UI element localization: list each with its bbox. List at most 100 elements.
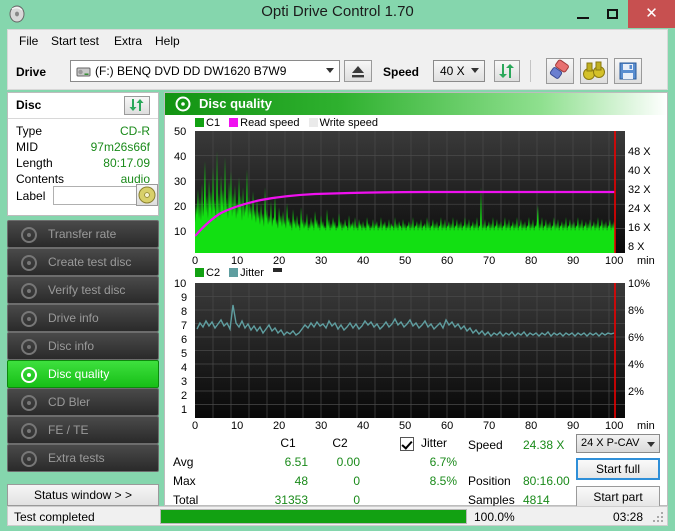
- resize-grip-icon[interactable]: [653, 512, 663, 522]
- erase-button[interactable]: [546, 58, 574, 84]
- disc-icon: [20, 366, 38, 384]
- stats-col-jitter-header: Jitter: [421, 436, 447, 450]
- chart1-ytick-20: 20: [174, 201, 186, 213]
- eraser-icon: [547, 59, 573, 83]
- chart2-xtick-90: 90: [567, 420, 579, 432]
- drive-select[interactable]: (F:) BENQ DVD DD DW1620 B7W9: [70, 60, 340, 82]
- chart1-xtick-10: 10: [231, 255, 243, 267]
- chart2-ytick-5: 5: [181, 348, 187, 360]
- legend-swatch-c1: [195, 118, 204, 127]
- status-window-button[interactable]: Status window > >: [7, 484, 159, 506]
- disc-panel-title: Disc: [16, 98, 41, 112]
- chart1-xtick-40: 40: [357, 255, 369, 267]
- maximize-button[interactable]: [598, 0, 628, 28]
- chart1-ytick-10: 10: [174, 226, 186, 238]
- stats-max-c2: 0: [320, 474, 360, 488]
- sidebar-item-label: Create test disc: [48, 255, 131, 269]
- chart2-plot[interactable]: [195, 283, 625, 418]
- save-button[interactable]: [614, 58, 642, 84]
- start-full-label: Start full: [596, 462, 640, 476]
- toolbar-divider: [530, 60, 531, 82]
- start-full-button[interactable]: Start full: [576, 458, 660, 480]
- sidebar-item-disc-info[interactable]: Disc info: [7, 332, 159, 360]
- stats-col-c2-header: C2: [320, 436, 360, 450]
- disc-icon: [20, 394, 38, 412]
- chart1-xtick-80: 80: [525, 255, 537, 267]
- chart1-plot[interactable]: [195, 131, 625, 253]
- eject-button[interactable]: [344, 60, 372, 82]
- progress-percent: 100.0%: [474, 510, 515, 524]
- disc-info-panel: Disc Type CD-R MID 97m26s66f Length 80:1…: [7, 92, 159, 216]
- legend-swatch-read-speed: [229, 118, 238, 127]
- disc-refresh-button[interactable]: [124, 96, 150, 115]
- close-button[interactable]: ✕: [628, 0, 675, 28]
- disc-quality-panel: Disc quality C1 Read speed Write speed 5…: [164, 92, 668, 506]
- chart2-ytick-7: 7: [181, 320, 187, 332]
- chart2-ytick-2: 2: [181, 390, 187, 402]
- disc-panel-header: Disc: [8, 93, 158, 119]
- status-bar: Test completed 100.0% 03:28: [7, 506, 668, 526]
- drive-label: Drive: [16, 65, 46, 79]
- disc-length-label: Length: [16, 156, 53, 170]
- legend-swatch-jitter: [229, 268, 238, 277]
- toolbar: Drive (F:) BENQ DVD DD DW1620 B7W9 Speed…: [7, 52, 668, 90]
- menu-item-help[interactable]: Help: [150, 33, 185, 49]
- disc-type-label: Type: [16, 124, 42, 138]
- menu-item-extra[interactable]: Extra: [109, 33, 147, 49]
- elapsed-time: 03:28: [613, 510, 643, 524]
- stats-col-c1-header: C1: [268, 436, 308, 450]
- test-speed-select[interactable]: 24 X P-CAV: [576, 434, 660, 453]
- menu-item-starttest[interactable]: Start test: [46, 33, 104, 49]
- chart2-legend: C2 Jitter: [195, 267, 282, 279]
- disc-mid-label: MID: [16, 140, 38, 154]
- scan-button[interactable]: [580, 58, 608, 84]
- progress-bar: [160, 509, 467, 524]
- disc-icon: [20, 310, 38, 328]
- stats-samples-label: Samples: [468, 493, 515, 507]
- stats-avg-c2: 0.00: [320, 455, 360, 469]
- stats-row-max-label: Max: [173, 474, 196, 488]
- sidebar-item-verify-test-disc[interactable]: Verify test disc: [7, 276, 159, 304]
- sidebar-item-label: CD Bler: [48, 395, 90, 409]
- disc-icon: [20, 450, 38, 468]
- chart1-legend: C1 Read speed Write speed: [195, 117, 378, 129]
- disc-quality-icon: [175, 96, 191, 112]
- chart2-xaxis-unit: min: [637, 420, 655, 432]
- eject-icon: [345, 61, 371, 81]
- sidebar-item-transfer-rate[interactable]: Transfer rate: [7, 220, 159, 248]
- sidebar-item-cd-bler[interactable]: CD Bler: [7, 388, 159, 416]
- speed-select[interactable]: 40 X: [433, 60, 485, 82]
- status-text: Test completed: [14, 510, 95, 524]
- chart1-xtick-20: 20: [273, 255, 285, 267]
- minimize-button[interactable]: [568, 0, 598, 28]
- sidebar-item-label: Transfer rate: [48, 227, 116, 241]
- disc-label-input[interactable]: [53, 186, 143, 205]
- legend-swatch-write-speed: [309, 118, 318, 127]
- binoculars-icon: [581, 59, 607, 83]
- progress-bar-fill: [161, 510, 466, 523]
- close-icon: ✕: [628, 4, 675, 22]
- sidebar-item-extra-tests[interactable]: Extra tests: [7, 444, 159, 472]
- chart2-ytick-1: 1: [181, 404, 187, 416]
- chart2-xtick-50: 50: [399, 420, 411, 432]
- chart2-xtick-20: 20: [273, 420, 285, 432]
- chart1-rtick-8x: 8 X: [628, 241, 645, 253]
- sidebar-item-disc-quality[interactable]: Disc quality: [7, 360, 159, 388]
- chart2-rtick-10pct: 10%: [628, 278, 650, 290]
- refresh-button[interactable]: [494, 60, 520, 82]
- legend-label-c1: C1: [206, 117, 220, 129]
- cd-icon: [137, 185, 157, 205]
- start-part-button[interactable]: Start part: [576, 486, 660, 508]
- stats-row-avg-label: Avg: [173, 455, 193, 469]
- jitter-checkbox[interactable]: [400, 437, 414, 451]
- chart1-xtick-0: 0: [192, 255, 198, 267]
- sidebar-item-create-test-disc[interactable]: Create test disc: [7, 248, 159, 276]
- menu-item-file[interactable]: File: [14, 33, 43, 49]
- chart2-ytick-8: 8: [181, 306, 187, 318]
- chart1-xtick-30: 30: [315, 255, 327, 267]
- sidebar-item-drive-info[interactable]: Drive info: [7, 304, 159, 332]
- sidebar-item-fe-te[interactable]: FE / TE: [7, 416, 159, 444]
- disc-label-button[interactable]: [136, 184, 158, 206]
- disc-icon: [20, 422, 38, 440]
- chevron-down-icon: [647, 442, 655, 447]
